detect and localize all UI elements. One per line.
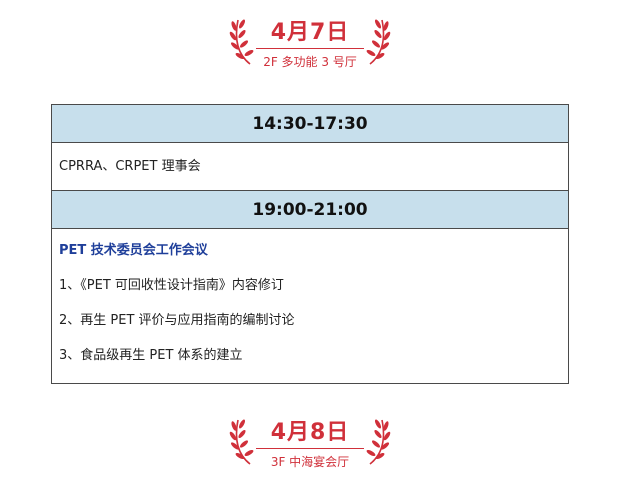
agenda-item: 2、再生 PET 评价与应用指南的编制讨论 — [59, 313, 295, 328]
day-date: 4月8日 — [270, 420, 350, 445]
date-divider — [256, 48, 364, 49]
agenda-item: 3、食品级再生 PET 体系的建立 — [59, 348, 243, 363]
date-divider — [256, 448, 364, 449]
day-venue: 3F 中海宴会厅 — [270, 455, 350, 469]
day-venue: 2F 多功能 3 号厅 — [263, 55, 357, 69]
agenda-item: CPRRA、CRPET 理事会 — [59, 159, 201, 174]
session-time: 19:00-21:00 — [52, 191, 568, 229]
session-time: 14:30-17:30 — [52, 105, 568, 143]
day-header-2: 4月8日 3F 中海宴会厅 — [0, 412, 620, 476]
schedule-table: 14:30-17:30 CPRRA、CRPET 理事会 19:00-21:00 … — [51, 104, 569, 384]
session-heading: PET 技术委员会工作会议 — [59, 243, 208, 258]
day-date: 4月7日 — [270, 20, 350, 45]
agenda-item: 1、《PET 可回收性设计指南》内容修订 — [59, 278, 284, 293]
session-content: CPRRA、CRPET 理事会 — [52, 143, 568, 191]
session-content: PET 技术委员会工作会议 1、《PET 可回收性设计指南》内容修订 2、再生 … — [52, 229, 568, 383]
day-header-1: 4月7日 2F 多功能 3 号厅 — [0, 12, 620, 76]
